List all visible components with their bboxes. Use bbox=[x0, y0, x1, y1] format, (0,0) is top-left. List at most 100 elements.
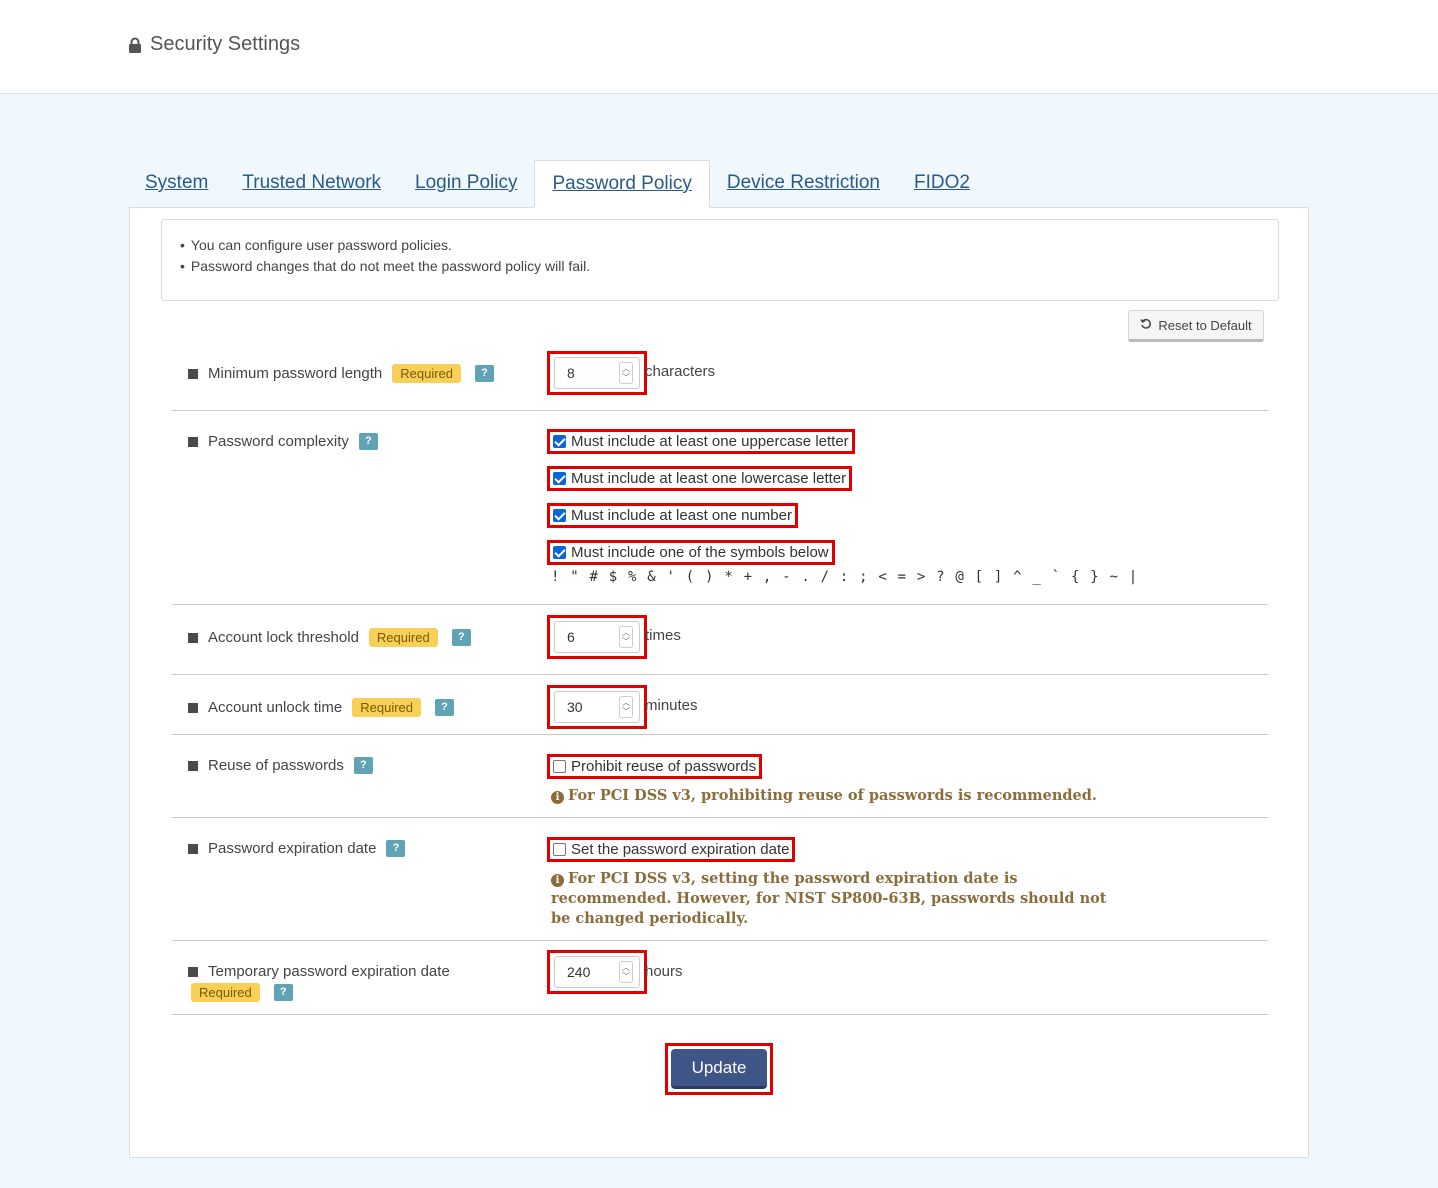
page-title-text: Security Settings bbox=[150, 33, 301, 55]
tab-trusted-network[interactable]: Trusted Network bbox=[225, 160, 398, 208]
temp-expiration-input-box: 240 ︿ ﹀ bbox=[547, 950, 647, 994]
bullet-square bbox=[188, 436, 198, 447]
reuse-info: i For PCI DSS v3, prohibiting reuse of pa… bbox=[551, 786, 1097, 806]
checkbox-label: Must include one of the symbols below bbox=[571, 544, 829, 561]
checkbox-checked-icon[interactable] bbox=[553, 435, 566, 448]
checkbox-label: Prohibit reuse of passwords bbox=[571, 758, 757, 775]
unlock-time-input[interactable]: 30 ︿ ﹀ bbox=[554, 691, 640, 723]
field-label: Minimum password length bbox=[208, 365, 383, 382]
field-label: Account lock threshold bbox=[208, 629, 359, 646]
lock-threshold-label: Account lock threshold Required ? bbox=[188, 628, 471, 647]
temp-expiration-input[interactable]: 240 ︿ ﹀ bbox=[554, 956, 640, 988]
tab-login-policy[interactable]: Login Policy bbox=[398, 160, 534, 208]
unlock-time-unit: minutes bbox=[645, 697, 698, 714]
required-badge: Required bbox=[352, 698, 421, 717]
checkbox-label: Must include at least one number bbox=[571, 507, 792, 524]
field-label: Password expiration date bbox=[208, 840, 377, 857]
stepper-icon[interactable]: ︿ ﹀ bbox=[619, 626, 633, 648]
lock-icon bbox=[128, 37, 142, 53]
reset-icon bbox=[1140, 318, 1152, 333]
tab-device-restriction[interactable]: Device Restriction bbox=[710, 160, 897, 208]
settings-tabs: System Trusted Network Login Policy Pass… bbox=[128, 160, 987, 208]
bullet-square bbox=[188, 843, 198, 854]
help-icon[interactable]: ? bbox=[358, 433, 378, 450]
reuse-label: Reuse of passwords ? bbox=[188, 757, 373, 774]
input-value: 8 bbox=[567, 365, 575, 381]
info-text: For PCI DSS v3, prohibiting reuse of pas… bbox=[568, 787, 1097, 804]
bullet-square bbox=[188, 966, 198, 977]
checkbox-label: Set the password expiration date bbox=[571, 841, 790, 858]
tab-password-policy[interactable]: Password Policy bbox=[534, 160, 710, 208]
unlock-time-input-box: 30 ︿ ﹀ bbox=[547, 685, 647, 729]
reset-to-default-button[interactable]: Reset to Default bbox=[1128, 310, 1264, 342]
help-icon[interactable]: ? bbox=[451, 629, 471, 646]
row-reuse: Reuse of passwords ? Prohibit reuse of p… bbox=[172, 735, 1268, 818]
checkbox-checked-icon[interactable] bbox=[553, 546, 566, 559]
expiration-label: Password expiration date ? bbox=[188, 840, 406, 857]
password-policy-panel: You can configure user password policies… bbox=[129, 207, 1309, 1158]
page-title: Security Settings bbox=[128, 33, 300, 56]
required-badge: Required bbox=[392, 364, 462, 383]
info-icon: i bbox=[551, 791, 564, 804]
min-length-input-box: 8 ︿ ﹀ bbox=[547, 351, 647, 395]
help-icon[interactable]: ? bbox=[435, 699, 454, 716]
row-min-length: Minimum password length Required ? 8 ︿ ﹀ … bbox=[172, 342, 1268, 411]
checkbox-unchecked-icon[interactable] bbox=[553, 760, 566, 773]
field-label: Password complexity bbox=[208, 433, 349, 450]
prohibit-reuse-checkbox[interactable]: Prohibit reuse of passwords bbox=[547, 754, 763, 779]
row-unlock-time: Account unlock time Required ? 30 ︿ ﹀ min… bbox=[172, 675, 1268, 735]
stepper-icon[interactable]: ︿ ﹀ bbox=[619, 362, 633, 384]
update-button-box: Update bbox=[665, 1043, 773, 1095]
top-bar: Security Settings bbox=[0, 0, 1438, 94]
help-icon[interactable]: ? bbox=[353, 757, 373, 774]
lock-threshold-input-box: 6 ︿ ﹀ bbox=[547, 615, 647, 659]
symbol-checkbox[interactable]: Must include one of the symbols below bbox=[547, 540, 835, 565]
bullet-square bbox=[188, 760, 198, 771]
tab-fido2[interactable]: FIDO2 bbox=[897, 160, 987, 208]
expiration-info: i For PCI DSS v3, setting the password ex… bbox=[551, 869, 1107, 929]
min-length-unit: characters bbox=[645, 363, 716, 380]
lowercase-checkbox[interactable]: Must include at least one lowercase lett… bbox=[547, 466, 853, 491]
input-value: 6 bbox=[567, 629, 575, 645]
update-button[interactable]: Update bbox=[671, 1049, 767, 1089]
info-text: be changed periodically. bbox=[551, 910, 749, 927]
lock-threshold-unit: times bbox=[645, 627, 681, 644]
input-value: 30 bbox=[567, 699, 583, 715]
min-length-input[interactable]: 8 ︿ ﹀ bbox=[554, 357, 640, 389]
number-checkbox[interactable]: Must include at least one number bbox=[547, 503, 798, 528]
bullet-square bbox=[188, 702, 198, 713]
min-length-label: Minimum password length Required ? bbox=[188, 364, 495, 383]
uppercase-checkbox[interactable]: Must include at least one uppercase lett… bbox=[547, 429, 855, 454]
notice-box: You can configure user password policies… bbox=[161, 219, 1279, 301]
input-value: 240 bbox=[567, 964, 591, 980]
row-lock-threshold: Account lock threshold Required ? 6 ︿ ﹀ t… bbox=[172, 605, 1268, 675]
lock-threshold-input[interactable]: 6 ︿ ﹀ bbox=[554, 621, 640, 653]
allowed-symbols: ! " # $ % & ' ( ) * + , - . / : ; < = > … bbox=[551, 569, 1139, 585]
help-icon[interactable]: ? bbox=[386, 840, 406, 857]
required-badge: Required bbox=[191, 983, 260, 1002]
temp-expiration-badges: Required ? bbox=[191, 983, 293, 1002]
set-expiration-checkbox[interactable]: Set the password expiration date bbox=[547, 837, 796, 862]
bullet-square bbox=[188, 632, 198, 643]
stepper-icon[interactable]: ︿ ﹀ bbox=[619, 961, 633, 983]
field-label: Account unlock time bbox=[208, 699, 343, 716]
help-icon[interactable]: ? bbox=[273, 984, 293, 1001]
reset-label: Reset to Default bbox=[1158, 317, 1252, 333]
row-expiration: Password expiration date ? Set the passw… bbox=[172, 818, 1268, 941]
required-badge: Required bbox=[368, 628, 438, 647]
info-icon: i bbox=[551, 874, 564, 887]
temp-expiration-unit: hours bbox=[645, 963, 683, 980]
checkbox-unchecked-icon[interactable] bbox=[553, 843, 566, 856]
stepper-icon[interactable]: ︿ ﹀ bbox=[619, 696, 633, 718]
help-icon[interactable]: ? bbox=[475, 365, 495, 382]
field-label: Temporary password expiration date bbox=[208, 963, 450, 980]
checkbox-checked-icon[interactable] bbox=[553, 472, 566, 485]
checkbox-checked-icon[interactable] bbox=[553, 509, 566, 522]
notice-item: You can configure user password policies… bbox=[180, 235, 1260, 256]
notice-item: Password changes that do not meet the pa… bbox=[180, 256, 1260, 277]
temp-expiration-label: Temporary password expiration date bbox=[188, 963, 528, 980]
checkbox-label: Must include at least one lowercase lett… bbox=[571, 470, 847, 487]
tab-system[interactable]: System bbox=[128, 160, 225, 208]
bullet-square bbox=[188, 368, 198, 379]
unlock-time-label: Account unlock time Required ? bbox=[188, 698, 454, 717]
